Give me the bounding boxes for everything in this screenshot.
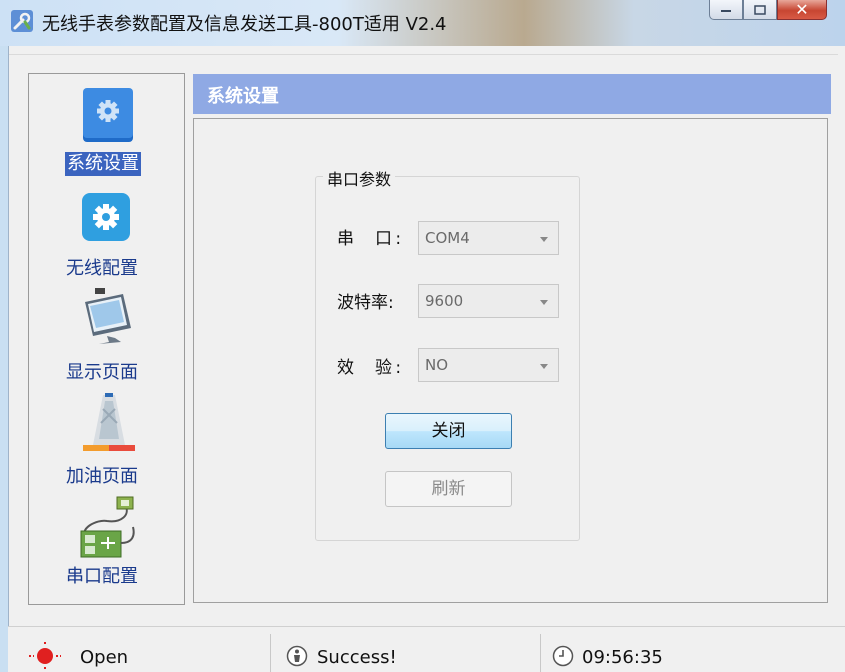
divider	[9, 54, 838, 55]
baudrate-value: 9600	[425, 292, 464, 310]
sidebar-item-label: 系统设置	[65, 152, 141, 176]
maximize-icon	[754, 4, 766, 15]
minimize-button[interactable]	[709, 0, 743, 20]
sidebar-item-system-settings[interactable]: 系统设置	[29, 74, 184, 180]
clock-icon	[552, 645, 574, 667]
close-button[interactable]: ✕	[777, 0, 827, 20]
sidebar-item-fuel-page[interactable]: 加油页面	[29, 390, 184, 494]
sidebar-item-serial-config[interactable]: 串口配置	[29, 494, 184, 604]
port-label-text: 串 口:	[337, 229, 405, 249]
baudrate-select[interactable]: 9600	[418, 284, 559, 318]
parity-label: 效 验:	[337, 353, 405, 378]
window-controls: ✕	[709, 0, 827, 22]
settings-box-icon	[83, 88, 133, 142]
close-icon: ✕	[795, 0, 809, 19]
serial-cable-icon	[80, 496, 135, 558]
port-label: 串 口:	[337, 224, 405, 249]
sidebar-item-display-page[interactable]: 显示页面	[29, 286, 184, 390]
status-divider	[270, 634, 271, 672]
port-value: COM4	[425, 229, 470, 247]
group-title: 串口参数	[323, 166, 396, 190]
sidebar-item-label: 串口配置	[66, 566, 138, 587]
minimize-icon	[721, 9, 731, 12]
status-led-icon	[29, 642, 61, 670]
port-status-text: Open	[80, 647, 129, 668]
close-port-button[interactable]: 关闭	[385, 413, 512, 449]
parity-select[interactable]: NO	[418, 348, 559, 382]
parity-label-text: 效 验:	[337, 358, 405, 378]
maximize-button[interactable]	[743, 0, 777, 20]
title-bar: 无线手表参数配置及信息发送工具-800T适用 V2.4 ✕	[0, 0, 845, 46]
monitor-icon	[85, 288, 131, 344]
info-person-icon	[286, 645, 308, 667]
panel-header: 系统设置	[193, 74, 831, 114]
sidebar-item-label: 加油页面	[66, 466, 138, 487]
status-time: 09:56:35	[582, 647, 663, 668]
chevron-down-icon[interactable]	[540, 237, 548, 242]
port-select[interactable]: COM4	[418, 221, 559, 255]
panel-title: 系统设置	[207, 86, 279, 107]
sidebar: 系统设置 无线配置 显示页面 加油页面 串口配置	[28, 73, 185, 605]
gear-icon	[82, 193, 130, 241]
refresh-button[interactable]: 刷新	[385, 471, 512, 507]
wrench-app-icon	[11, 10, 33, 32]
status-message: Success!	[317, 647, 397, 668]
sidebar-item-label: 显示页面	[66, 362, 138, 383]
tower-icon	[83, 393, 135, 451]
chevron-down-icon[interactable]	[540, 364, 548, 369]
sidebar-item-wireless-config[interactable]: 无线配置	[29, 182, 184, 286]
baudrate-label: 波特率:	[337, 293, 394, 313]
chevron-down-icon[interactable]	[540, 300, 548, 305]
status-divider	[540, 634, 541, 672]
window-title: 无线手表参数配置及信息发送工具-800T适用 V2.4	[42, 14, 447, 35]
status-bar	[8, 626, 845, 672]
sidebar-item-label: 无线配置	[66, 258, 138, 279]
parity-value: NO	[425, 356, 449, 374]
